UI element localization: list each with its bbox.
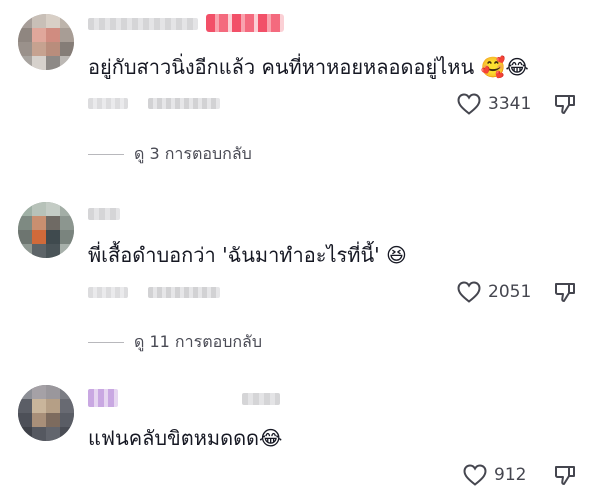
reply-button-blurred[interactable]	[148, 98, 220, 109]
comment-text: อยู่กับสาวนิ่งอีกแล้ว คนที่หาหอยหลอดอยู่…	[88, 54, 529, 80]
reaction-badge-blurred	[206, 14, 284, 32]
replies-divider	[88, 154, 124, 155]
timestamp-blurred	[88, 287, 128, 298]
badge-blurred	[242, 393, 280, 405]
timestamp-blurred	[88, 98, 128, 109]
view-replies-button[interactable]: ดู 11 การตอบกลับ	[88, 330, 262, 355]
view-replies-button[interactable]: ดู 3 การตอบกลับ	[88, 142, 252, 167]
comment-item: อยู่กับสาวนิ่งอีกแล้ว คนที่หาหอยหลอดอยู่…	[0, 0, 600, 175]
username-blurred[interactable]	[88, 389, 118, 407]
emoji: 🥰	[480, 55, 506, 79]
comment-text: แฟนคลับขิตหมดดด😂	[88, 425, 282, 451]
thumbs-down-outline-icon[interactable]	[553, 280, 577, 304]
heart-outline-icon	[457, 93, 481, 115]
heart-outline-icon	[457, 281, 481, 303]
like-count: 2051	[488, 282, 532, 302]
avatar[interactable]	[18, 385, 74, 441]
view-replies-label: ดู 3 การตอบกลับ	[134, 144, 252, 163]
like-count: 3341	[488, 94, 532, 114]
comment-body: พี่เสื้อดำบอกว่า 'ฉันมาทำอะไรที่นี้'	[88, 243, 380, 267]
like-button[interactable]: 2051	[456, 280, 531, 304]
avatar[interactable]	[18, 202, 74, 258]
emoji: 😆	[385, 243, 407, 267]
username-blurred[interactable]	[88, 208, 120, 220]
thumbs-down-outline-icon[interactable]	[553, 92, 577, 116]
view-replies-label: ดู 11 การตอบกลับ	[134, 332, 262, 351]
comment-body: อยู่กับสาวนิ่งอีกแล้ว คนที่หาหอยหลอดอยู่…	[88, 55, 475, 79]
thumbs-down-outline-icon[interactable]	[553, 463, 577, 487]
emoji: 😂	[505, 55, 529, 79]
reply-button-blurred[interactable]	[148, 287, 220, 298]
avatar[interactable]	[18, 14, 74, 70]
emoji: 😂	[259, 426, 283, 450]
comment-item: แฟนคลับขิตหมดดด😂 912	[0, 375, 600, 501]
heart-outline-icon	[463, 464, 487, 486]
replies-divider	[88, 342, 124, 343]
comment-item: พี่เสื้อดำบอกว่า 'ฉันมาทำอะไรที่นี้' 😆 2…	[0, 190, 600, 365]
username-blurred[interactable]	[88, 18, 198, 30]
comment-text: พี่เสื้อดำบอกว่า 'ฉันมาทำอะไรที่นี้' 😆	[88, 242, 407, 268]
like-count: 912	[494, 465, 527, 485]
like-button[interactable]: 3341	[456, 92, 531, 116]
like-button[interactable]: 912	[462, 463, 526, 487]
comment-body: แฟนคลับขิตหมดดด	[88, 426, 260, 450]
